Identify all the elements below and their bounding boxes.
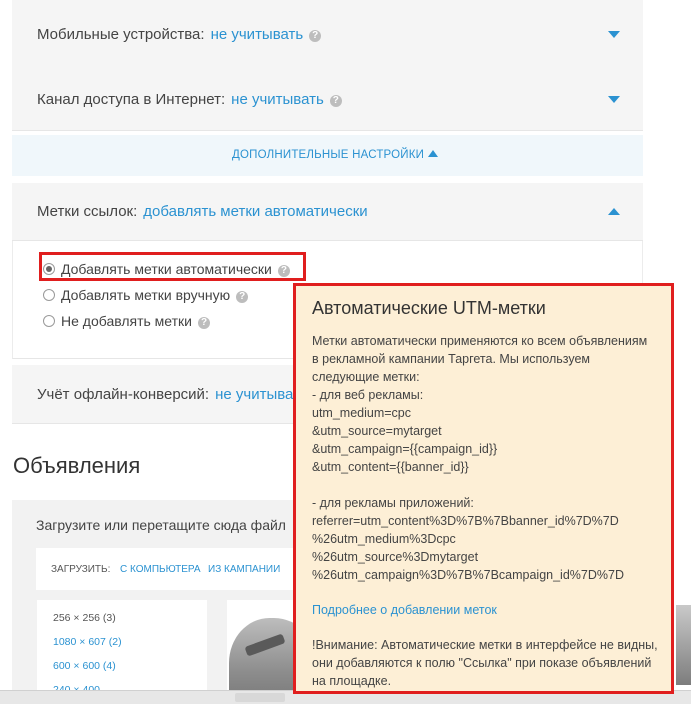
tooltip-line: referrer=utm_content%3D%7B%7Bbanner_id%7…	[312, 514, 619, 528]
internet-channel-value[interactable]: не учитывать	[231, 91, 324, 108]
tooltip-line: - для рекламы приложений:	[312, 496, 474, 510]
upload-label: ЗАГРУЗИТЬ:	[51, 564, 111, 575]
tooltip-warning-line: !Внимание: Автоматические метки в интерф…	[312, 638, 658, 652]
tooltip-line: следующие метки:	[312, 370, 420, 384]
upload-toolbar: ЗАГРУЗИТЬ: С КОМПЬЮТЕРА ИЗ КАМПАНИИ	[36, 548, 296, 590]
chevron-down-icon[interactable]	[608, 96, 620, 103]
additional-settings-toggle[interactable]: ДОПОЛНИТЕЛЬНЫЕ НАСТРОЙКИ	[232, 149, 438, 161]
mobile-devices-value[interactable]: не учитывать	[211, 26, 304, 43]
tooltip-line: Метки автоматически применяются ко всем …	[312, 334, 648, 348]
help-icon[interactable]: ?	[329, 95, 342, 107]
ads-heading: Объявления	[13, 453, 141, 478]
upload-from-computer-link[interactable]: С КОМПЬЮТЕРА	[120, 564, 201, 575]
chevron-down-icon[interactable]	[608, 31, 620, 38]
radio-auto-tags[interactable]	[43, 263, 55, 275]
tooltip-title: Автоматические UTM-метки	[312, 298, 546, 318]
tooltip-line: &utm_source=mytarget	[312, 424, 442, 438]
tooltip-line: &utm_campaign={{campaign_id}}	[312, 442, 498, 456]
help-icon[interactable]: ?	[198, 317, 210, 329]
tooltip-line: %26utm_campaign%3D%7B%7Bcampaign_id%7D%7…	[312, 568, 624, 582]
offline-conversions-value[interactable]: не учитыва	[215, 386, 293, 403]
size-item[interactable]: 256 × 256 (3)	[53, 612, 116, 624]
size-item[interactable]: 1080 × 607 (2)	[53, 636, 122, 648]
additional-settings-bar[interactable]: ДОПОЛНИТЕЛЬНЫЕ НАСТРОЙКИ	[12, 135, 643, 176]
tooltip-line: %26utm_source%3Dmytarget	[312, 550, 479, 564]
help-icon[interactable]: ?	[277, 265, 290, 277]
tooltip-line: utm_medium=cpc	[312, 406, 411, 420]
side-image-fragment	[676, 605, 691, 685]
help-icon[interactable]: ?	[236, 291, 249, 303]
radio-no-tags[interactable]	[43, 315, 55, 327]
link-tags-value[interactable]: добавлять метки автоматически	[143, 203, 367, 220]
option-auto-tags-label: Добавлять метки автоматически	[61, 261, 272, 277]
size-list: 256 × 256 (3) 1080 × 607 (2) 600 × 600 (…	[37, 600, 207, 703]
internet-channel-row[interactable]: Канал доступа в Интернет: не учитывать?	[12, 67, 643, 131]
link-tags-label: Метки ссылок:	[37, 203, 138, 220]
option-no-tags[interactable]: Не добавлять метки?	[61, 313, 210, 329]
chevron-up-icon	[427, 150, 438, 157]
tooltip-warning-line: они добавляются к полю "Ссылка" при пока…	[312, 656, 652, 670]
offline-conversions-label: Учёт офлайн-конверсий:	[37, 386, 210, 403]
size-item[interactable]: 600 × 600 (4)	[53, 660, 116, 672]
mobile-devices-setting: Мобильные устройства: не учитывать?	[37, 26, 322, 43]
chevron-up-icon[interactable]	[608, 208, 620, 215]
additional-settings-label: ДОПОЛНИТЕЛЬНЫЕ НАСТРОЙКИ	[232, 149, 425, 161]
link-tags-row[interactable]: Метки ссылок: добавлять метки автоматичес…	[12, 183, 643, 241]
mobile-devices-label: Мобильные устройства:	[37, 26, 205, 43]
option-no-tags-label: Не добавлять метки	[61, 313, 192, 329]
internet-channel-label: Канал доступа в Интернет:	[37, 91, 226, 108]
image-preview[interactable]	[227, 600, 297, 703]
tooltip-line: - для веб рекламы:	[312, 388, 424, 402]
link-tags-setting: Метки ссылок: добавлять метки автоматичес…	[37, 203, 368, 220]
tooltip-line: &utm_content={{banner_id}}	[312, 460, 469, 474]
tooltip-warning-line: на площадке.	[312, 674, 392, 688]
scrollbar-thumb[interactable]	[235, 693, 285, 702]
internet-channel-setting: Канал доступа в Интернет: не учитывать?	[37, 91, 342, 108]
upload-from-campaign-link[interactable]: ИЗ КАМПАНИИ	[208, 564, 280, 575]
utm-tooltip: Автоматические UTM-метки Метки автоматич…	[293, 283, 674, 694]
upload-prompt: Загрузите или перетащите сюда файл	[36, 517, 286, 533]
radio-manual-tags[interactable]	[43, 289, 55, 301]
option-manual-tags[interactable]: Добавлять метки вручную?	[61, 287, 249, 303]
tooltip-line: в рекламной кампании Таргета. Мы использ…	[312, 352, 591, 366]
option-auto-tags[interactable]: Добавлять метки автоматически?	[61, 261, 290, 277]
help-icon[interactable]: ?	[309, 30, 322, 42]
mobile-devices-row[interactable]: Мобильные устройства: не учитывать?	[12, 0, 643, 68]
tooltip-more-link[interactable]: Подробнее о добавлении меток	[312, 603, 497, 617]
option-manual-tags-label: Добавлять метки вручную	[61, 287, 231, 303]
tooltip-line: %26utm_medium%3Dcpc	[312, 532, 456, 546]
offline-conversions-setting: Учёт офлайн-конверсий: не учитыва	[37, 386, 293, 403]
